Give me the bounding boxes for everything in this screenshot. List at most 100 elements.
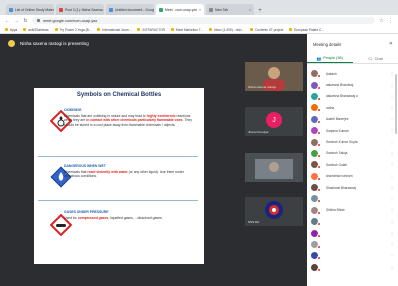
participant-row[interactable]: Santosh Saluja ⋮ — [307, 148, 398, 159]
participant-menu-icon[interactable]: ⋮ — [390, 219, 394, 224]
participant-list-scrollbar[interactable] — [395, 74, 397, 134]
avatar — [311, 70, 321, 79]
participant-menu-icon[interactable]: ⋮ — [390, 231, 394, 236]
bookmark-item[interactable]: International Journ... — [97, 28, 131, 32]
avatar — [311, 81, 321, 90]
participant-row[interactable]: ⋮ — [307, 193, 398, 204]
participant-list: Aakash ⋮ aakarsha Bhardwaj ⋮ aakarsha Bharad… — [307, 68, 398, 273]
avatar — [311, 138, 321, 147]
participant-row[interactable]: ⋮ — [307, 239, 398, 250]
avatar — [311, 263, 321, 272]
muted-mic-icon — [317, 245, 321, 250]
bookmark-item[interactable]: Contents XT project — [250, 28, 283, 32]
tab-chat-label: Chat — [374, 56, 383, 61]
avatar — [311, 218, 321, 227]
participant-menu-icon[interactable]: ⋮ — [390, 196, 394, 201]
participant-menu-icon[interactable]: ⋮ — [390, 242, 394, 247]
star-icon[interactable]: ☆ — [379, 18, 384, 24]
participant-row[interactable]: Aakash ⋮ — [307, 68, 398, 79]
participant-name: Aakash — [326, 71, 337, 76]
browser-tab[interactable]: Meet - nom-usap-yax × — [156, 4, 204, 15]
forward-icon[interactable]: → — [14, 18, 19, 24]
participant-menu-icon[interactable]: ⋮ — [390, 265, 394, 270]
participant-row[interactable]: Santosh Gulati ⋮ — [307, 159, 398, 170]
reload-icon[interactable]: ↻ — [23, 18, 28, 24]
new-tab-icon[interactable]: + — [256, 6, 264, 15]
participant-menu-icon[interactable]: ⋮ — [390, 174, 394, 179]
bookmark-icon — [250, 28, 254, 31]
participant-menu-icon[interactable]: ⋮ — [390, 71, 394, 76]
bookmark-item[interactable]: INTFARACTOR — [137, 28, 165, 32]
url-field[interactable]: meet.google.com/nom-usap-yax — [32, 17, 375, 24]
video-tile-jhanvi[interactable]: J Jhanvi Poudyal — [245, 107, 303, 136]
participant-row[interactable]: ⋮ — [307, 216, 398, 227]
participant-menu-icon[interactable]: ⋮ — [390, 162, 394, 167]
bookmark-item[interactable]: anNSSahimas — [23, 28, 49, 32]
participant-row[interactable]: Shikha Bhide ⋮ — [307, 205, 398, 216]
participant-row[interactable]: radha ⋮ — [307, 102, 398, 113]
tab-people[interactable]: 👥 People (56) — [307, 54, 353, 63]
browser-tab[interactable]: Untitled document - Google D× — [106, 4, 154, 15]
bookmark-item[interactable]: Meet Marketion T... — [170, 28, 203, 32]
people-icon: 👥 — [316, 56, 322, 61]
bookmark-icon — [97, 28, 101, 31]
jhanvi-avatar: J — [266, 112, 282, 128]
bookmark-item[interactable]: Try Power 2 Yoga (B... — [54, 28, 91, 32]
close-icon[interactable]: ✕ — [389, 41, 393, 47]
participant-menu-icon[interactable]: ⋮ — [390, 185, 394, 190]
wet-text-red1: react violently with water — [87, 169, 128, 174]
tab-chat[interactable]: 🗨 Chat — [353, 54, 398, 63]
participant-menu-icon[interactable]: ⋮ — [390, 83, 394, 88]
tab-close-icon[interactable]: × — [199, 8, 201, 12]
participant-row[interactable]: aakarsha Bhardwaj ⋮ — [307, 79, 398, 90]
participant-menu-icon[interactable]: ⋮ — [390, 253, 394, 258]
participant-row[interactable]: Shashwat Bharadwaj ⋮ — [307, 182, 398, 193]
participant-name: Santosh Saluja — [326, 151, 348, 156]
participant-menu-icon[interactable]: ⋮ — [390, 151, 394, 156]
avatar — [311, 161, 321, 170]
bookmark-item[interactable]: Inbox (1,090) - nish... — [208, 28, 244, 32]
browser-tab[interactable]: Post 3 (1): Nisha Saxena - nisi× — [56, 4, 104, 15]
participant-row[interactable]: shambhavi sinham ⋮ — [307, 171, 398, 182]
back-icon[interactable]: ← — [5, 18, 10, 24]
participant-menu-icon[interactable]: ⋮ — [390, 208, 394, 213]
participant-menu-icon[interactable]: ⋮ — [390, 117, 394, 122]
participant-menu-icon[interactable]: ⋮ — [390, 128, 394, 133]
participant-row[interactable]: Sanjana Kumari ⋮ — [307, 125, 398, 136]
participant-name: Aakriti Banerjee — [326, 117, 349, 122]
video-tile-camera[interactable] — [245, 153, 303, 182]
browser-tab[interactable]: New Tab × — [206, 4, 254, 15]
muted-mic-icon — [317, 96, 321, 101]
tab-favicon-icon — [159, 7, 163, 12]
bookmark-label: Contents XT project — [255, 27, 284, 32]
participant-menu-icon[interactable]: ⋮ — [390, 105, 394, 110]
bookmark-icon — [289, 28, 293, 31]
participant-name: aakarsha Bhardwaj — [326, 83, 354, 88]
menu-icon[interactable]: ⋮ — [388, 18, 393, 24]
participant-name: Santosh Kumar Gupta — [326, 140, 358, 145]
tile-name: NSS DU — [248, 220, 260, 224]
tab-label: New Tab — [215, 7, 229, 12]
participant-row[interactable]: ⋮ — [307, 262, 398, 273]
gases-text-a: Used for — [64, 215, 78, 220]
participant-row[interactable]: ⋮ — [307, 227, 398, 238]
address-bar-row: ← → ↻ meet.google.com/nom-usap-yax ☆ ⋮ — [0, 15, 398, 26]
participant-row[interactable]: aakarsha Bharadwaj a ⋮ — [307, 91, 398, 102]
browser-tab[interactable]: List of Online Study Material× — [6, 4, 54, 15]
muted-mic-icon — [317, 233, 321, 238]
participant-row[interactable]: Aakriti Banerjee ⋮ — [307, 114, 398, 125]
participant-row[interactable]: Santosh Kumar Gupta ⋮ — [307, 136, 398, 147]
participant-row[interactable]: ⋮ — [307, 250, 398, 261]
bookmark-item[interactable]: European Patent C... — [289, 28, 324, 32]
bookmark-item[interactable]: Apps — [5, 28, 17, 32]
tab-favicon-icon — [209, 7, 213, 12]
video-tile-presenter[interactable]: Nisha saxena rastogi — [245, 62, 303, 91]
tab-close-icon[interactable]: × — [249, 8, 251, 12]
video-tile-nss-du[interactable]: NSS DU — [245, 197, 303, 226]
tab-favicon-icon — [109, 7, 113, 12]
participant-menu-icon[interactable]: ⋮ — [390, 140, 394, 145]
participant-name: radha — [326, 105, 335, 110]
participant-menu-icon[interactable]: ⋮ — [390, 94, 394, 99]
presenter-text: Nisha saxena rastogi is presenting — [20, 41, 89, 46]
slide-title: Symbols on Chemical Bottles — [76, 92, 162, 98]
